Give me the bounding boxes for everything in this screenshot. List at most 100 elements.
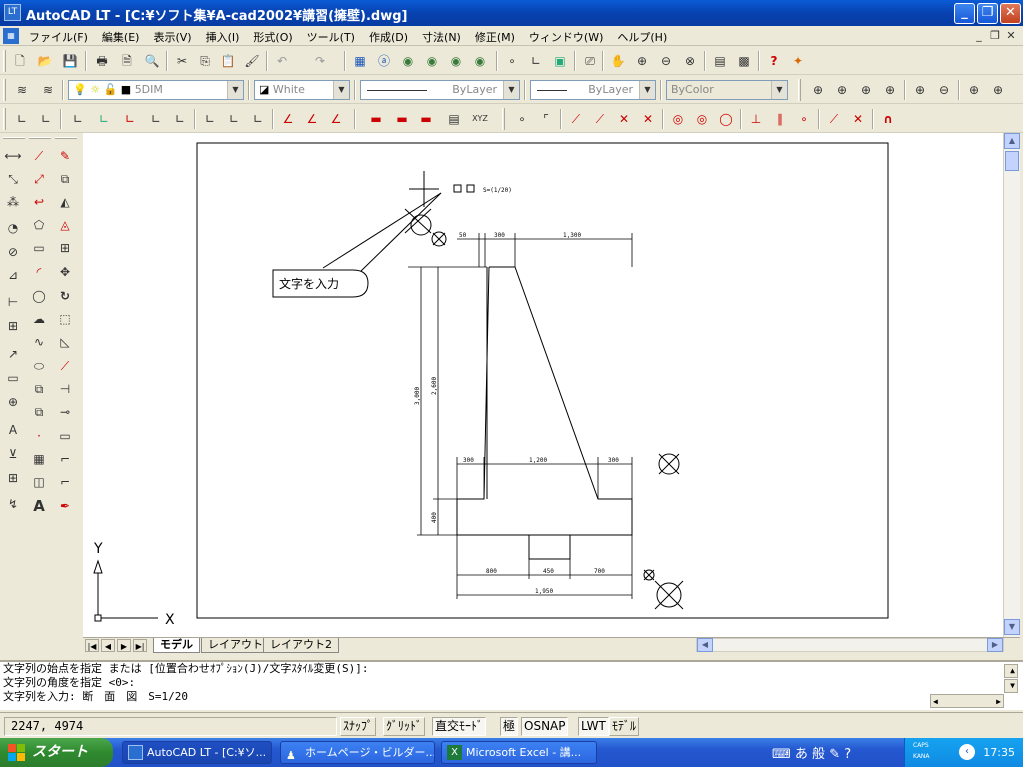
help-icon[interactable]: ? — [764, 51, 784, 71]
ime-toolbar[interactable]: ⌨ あ 般 ✎ ? — [772, 743, 851, 762]
arc-icon[interactable]: ◜ — [29, 262, 49, 282]
line-icon[interactable]: ⟋ — [29, 146, 49, 166]
drawing-area[interactable]: S=(1/20) 文字を入力 50 300 1,300 300 1,200 30… — [83, 133, 1003, 637]
rotate-icon[interactable]: ↻ — [55, 286, 75, 306]
scroll-down-icon[interactable]: ▼ — [1004, 619, 1020, 635]
task-autocad[interactable]: AutoCAD LT - [C:¥ソ... — [122, 741, 272, 764]
cmd-scroll-right-icon[interactable]: ▶ — [996, 695, 1001, 709]
make-block-icon[interactable]: ⧉ — [29, 402, 49, 422]
web-icon[interactable]: ⓐ — [374, 51, 394, 71]
doc-restore-icon[interactable]: ❐ — [988, 29, 1002, 43]
open-file-icon[interactable]: 📂 — [35, 51, 55, 71]
save-icon[interactable]: 💾 — [60, 51, 80, 71]
first-tab-icon[interactable]: |◀ — [85, 639, 99, 652]
point-icon[interactable]: · — [29, 426, 49, 446]
dim-baseline-icon[interactable]: ⊢ — [3, 292, 23, 312]
calculator-icon[interactable]: ▩ — [734, 51, 754, 71]
restore-button[interactable]: ❐ — [977, 3, 998, 24]
menu-modify[interactable]: 修正(M) — [468, 29, 522, 45]
command-prompt[interactable]: 文字列を入力: 断 面 図 S=1/20 — [0, 690, 1023, 704]
polyline-icon[interactable]: ↩ — [29, 192, 49, 212]
fillet-icon[interactable]: ⌐ — [55, 472, 75, 492]
dim-diameter-icon[interactable]: ⊘ — [3, 242, 23, 262]
color-dropdown[interactable]: ◪ White ▼ — [254, 80, 350, 100]
zoom-in-icon[interactable]: ⊕ — [910, 80, 930, 100]
dim-edit-icon[interactable]: A — [3, 420, 23, 440]
ucs-x-icon[interactable]: ∟ — [200, 109, 220, 129]
region-icon[interactable]: ◫ — [29, 472, 49, 492]
ucs-icon[interactable]: ∟ — [526, 51, 546, 71]
scale-icon[interactable]: ⬚ — [55, 309, 75, 329]
copy-object-icon[interactable]: ⧉ — [55, 169, 75, 189]
command-window[interactable]: 文字列の始点を指定 または [位置合わせｵﾌﾟｼｮﾝ(J)/文字ｽﾀｲﾙ変更(S… — [0, 660, 1023, 710]
chamfer-icon[interactable]: ⌐ — [55, 449, 75, 469]
paste-icon[interactable]: 📋 — [218, 51, 238, 71]
lengthen-icon[interactable]: ⟋ — [55, 356, 75, 376]
snap-midpoint-icon[interactable]: ⟋ — [590, 109, 610, 129]
snap-nearest-icon[interactable]: ⟋ — [824, 109, 844, 129]
ucs-z-icon[interactable]: ∟ — [224, 109, 244, 129]
offset-icon[interactable]: ◬ — [55, 215, 75, 235]
osnap-settings-icon[interactable]: ∩ — [878, 109, 898, 129]
scroll-up-icon[interactable]: ▲ — [1004, 133, 1020, 149]
autocad-app-icon[interactable]: LT — [4, 4, 21, 21]
scroll-right-icon[interactable]: ▶ — [987, 638, 1003, 652]
chevron-down-icon[interactable]: ▼ — [771, 81, 787, 99]
dim-ordinate-icon[interactable]: ⁂ — [3, 192, 23, 212]
menu-dimension[interactable]: 寸法(N) — [415, 29, 468, 45]
tolerance-icon[interactable]: ▭ — [3, 368, 23, 388]
ray-icon[interactable]: ⤢ — [29, 169, 49, 189]
extend-icon[interactable]: ⊸ — [55, 402, 75, 422]
revcloud-icon[interactable]: ☁ — [29, 309, 49, 329]
toolbar-grip[interactable] — [3, 79, 6, 101]
dim-continue-icon[interactable]: ⊞ — [3, 316, 23, 336]
center-mark-icon[interactable]: ⊕ — [3, 392, 23, 412]
start-button[interactable]: スタート — [0, 738, 113, 767]
layer-previous-icon[interactable]: ≋ — [38, 80, 58, 100]
xyz-icon[interactable]: XYZ — [470, 109, 490, 129]
zoom-previous-icon[interactable]: ⊗ — [680, 51, 700, 71]
tab-layout2[interactable]: レイアウト2 — [263, 638, 339, 653]
dim-linear-icon[interactable]: ⟷ — [3, 146, 23, 166]
chevron-down-icon[interactable]: ▼ — [333, 81, 349, 99]
lineweight-dropdown[interactable]: ByLayer ▼ — [530, 80, 656, 100]
snap-tangent-icon[interactable]: ◯ — [716, 109, 736, 129]
toolbar-grip[interactable] — [3, 50, 6, 72]
redraw-icon[interactable]: ⎚ — [580, 51, 600, 71]
ucs-rotate-x-icon[interactable]: ∠ — [278, 109, 298, 129]
cmd-scroll-left-icon[interactable]: ◀ — [933, 695, 938, 709]
prev-tab-icon[interactable]: ◀ — [101, 639, 115, 652]
doc-close-icon[interactable]: ✕ — [1004, 29, 1018, 43]
zoom-window-icon[interactable]: ⊕ — [808, 80, 828, 100]
close-button[interactable]: ✕ — [1000, 3, 1021, 24]
undo-icon[interactable]: ↶ — [272, 51, 292, 71]
dim-text-edit-icon[interactable]: ⊻ — [3, 444, 23, 464]
zoom-center-icon[interactable]: ⊕ — [880, 80, 900, 100]
horizontal-scrollbar[interactable]: ◀ ▶ — [696, 638, 1004, 652]
ellipse-icon[interactable]: ⬭ — [29, 356, 49, 376]
menu-file[interactable]: ファイル(F) — [22, 29, 95, 45]
break-icon[interactable]: ▭ — [55, 426, 75, 446]
cmd-hscroll[interactable]: ◀ ▶ — [930, 694, 1004, 708]
rectangle-icon[interactable]: ▭ — [29, 238, 49, 258]
lwt-toggle[interactable]: LWT — [578, 717, 609, 736]
snap-perpendicular-icon[interactable]: ⊥ — [746, 109, 766, 129]
menu-help[interactable]: ヘルプ(H) — [610, 29, 674, 45]
etransmit-icon[interactable]: ◉ — [470, 51, 490, 71]
osnap-toggle[interactable]: OSNAP — [521, 717, 569, 736]
move-icon[interactable]: ✥ — [55, 262, 75, 282]
match-properties-icon[interactable]: 🖌 — [242, 51, 262, 71]
publish-icon[interactable]: ◉ — [446, 51, 466, 71]
task-homepage-builder[interactable]: ♟ ホームページ・ビルダー... — [280, 741, 435, 764]
osnap-tracking-icon[interactable]: ∘ — [502, 51, 522, 71]
menu-draw[interactable]: 作成(D) — [362, 29, 415, 45]
layer-dropdown[interactable]: 💡 ☼ 🔓 ■ 5DIM ▼ — [68, 80, 244, 100]
ucs-origin-icon[interactable]: ∟ — [68, 109, 88, 129]
quick-dimension-icon[interactable]: ▬ — [366, 109, 386, 129]
snap-endpoint-icon[interactable]: ⟋ — [566, 109, 586, 129]
print-icon[interactable]: 🖶 — [92, 51, 112, 71]
hyperlink-icon[interactable]: ◉ — [398, 51, 418, 71]
layer-manager-icon[interactable]: ≋ — [12, 80, 32, 100]
zoom-extents-icon[interactable]: ⊕ — [988, 80, 1008, 100]
model-toggle[interactable]: ﾓﾃﾞﾙ — [609, 717, 640, 736]
